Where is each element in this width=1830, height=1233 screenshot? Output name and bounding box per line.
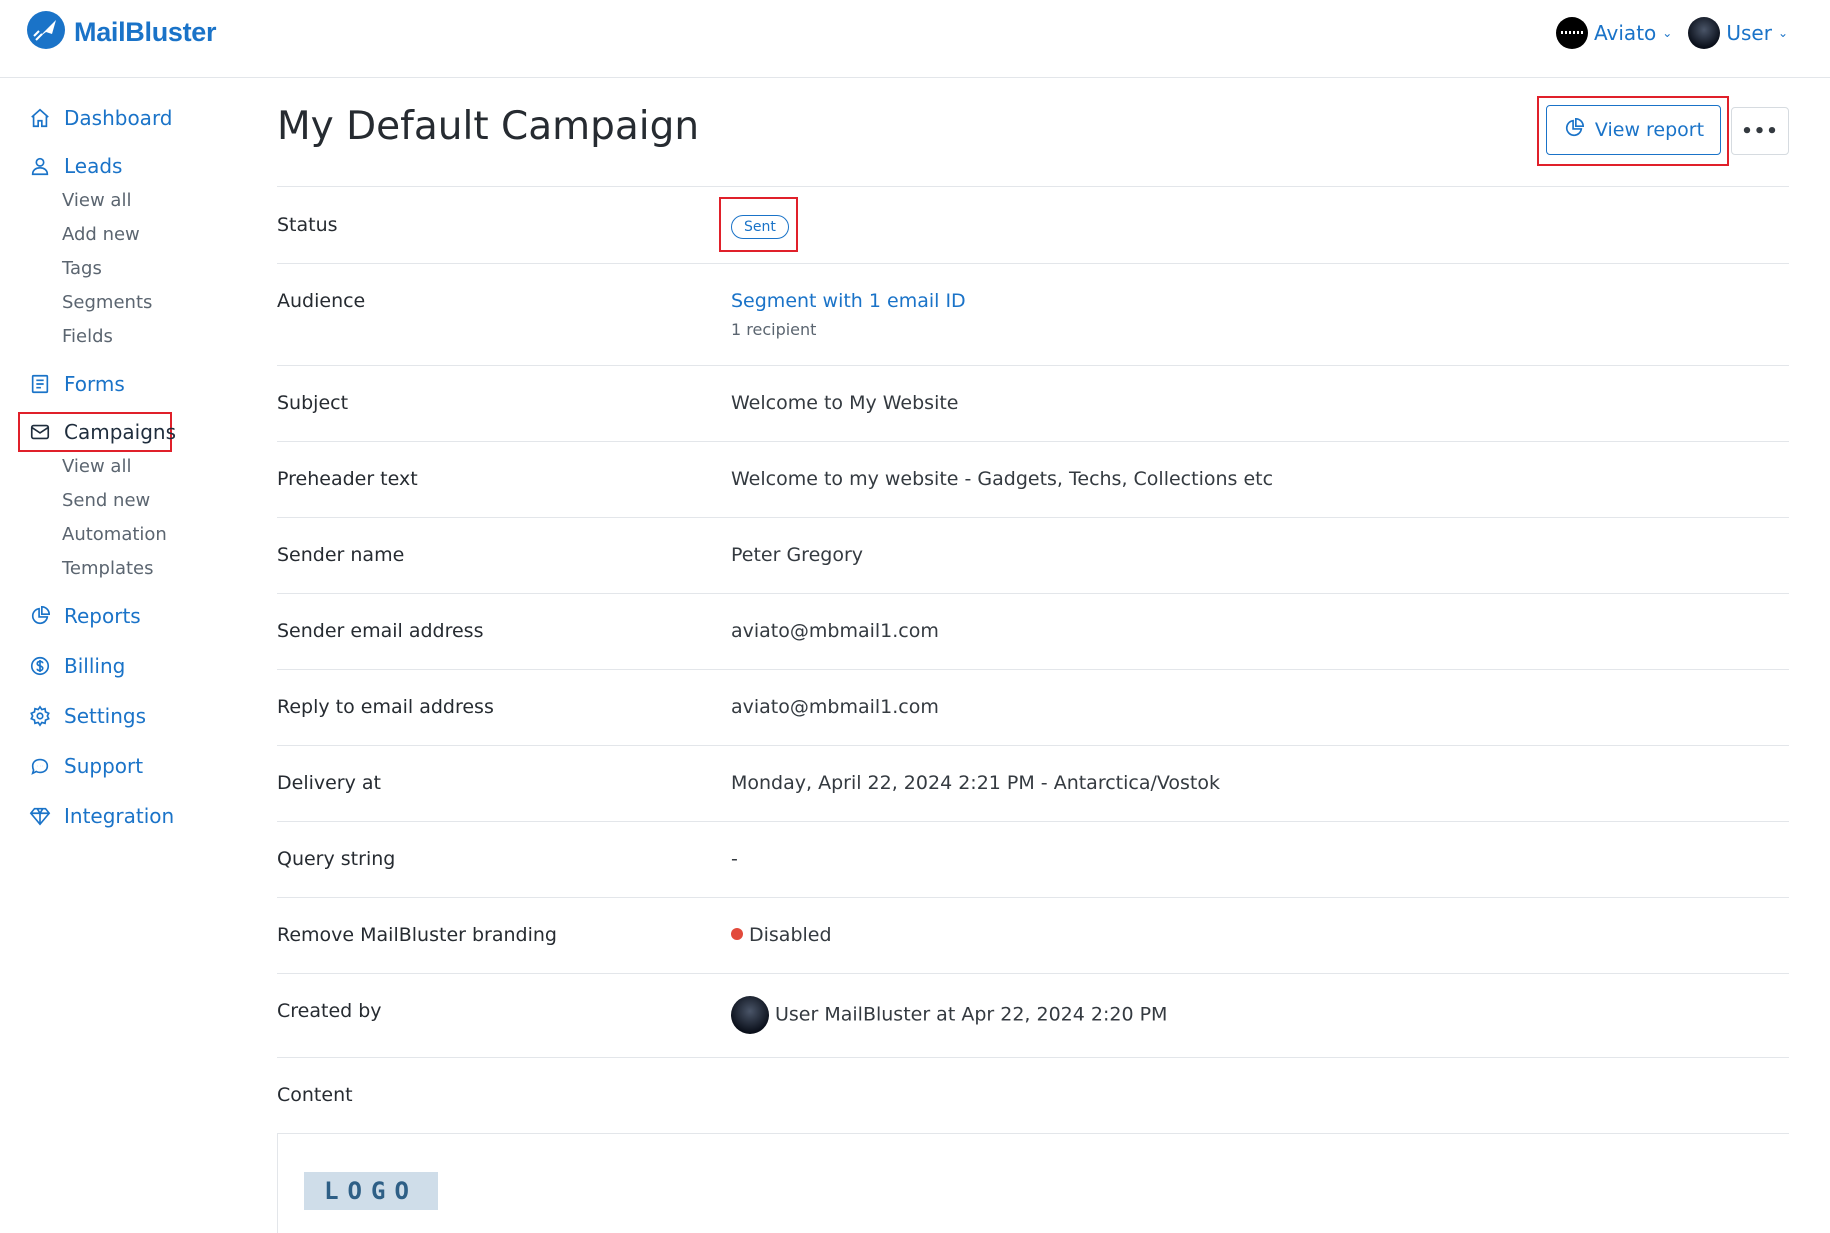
- sidebar-item-settings[interactable]: Settings: [28, 700, 146, 732]
- home-icon: [28, 106, 52, 130]
- preheader-label: Preheader text: [277, 468, 418, 490]
- details-row-delivery: Delivery at Monday, April 22, 2024 2:21 …: [277, 745, 1789, 821]
- sidebar-item-label: Reports: [64, 604, 141, 628]
- chevron-down-icon: ⌄: [1662, 26, 1673, 40]
- envelope-icon: [28, 420, 52, 444]
- sidebar-item-support[interactable]: Support: [28, 750, 143, 782]
- content-label: Content: [277, 1084, 353, 1106]
- sidebar-item-label: Support: [64, 754, 144, 778]
- page-title: My Default Campaign: [277, 104, 700, 149]
- content-preview: LOGO: [277, 1133, 1789, 1233]
- details-row-subject: Subject Welcome to My Website: [277, 365, 1789, 441]
- sidebar-item-campaigns[interactable]: Campaigns: [28, 416, 176, 448]
- branding-value: Disabled: [731, 924, 832, 946]
- details-row-query-string: Query string -: [277, 821, 1789, 897]
- form-icon: [28, 372, 52, 396]
- delivery-label: Delivery at: [277, 772, 381, 794]
- details-row-sender-name: Sender name Peter Gregory: [277, 517, 1789, 593]
- pie-chart-icon: [1563, 117, 1585, 144]
- details-row-branding: Remove MailBluster branding Disabled: [277, 897, 1789, 973]
- sidebar-item-label: Leads: [64, 154, 123, 178]
- disabled-status-dot: [731, 928, 743, 940]
- subject-label: Subject: [277, 392, 349, 414]
- creator-avatar: [731, 996, 769, 1034]
- sender-name-value: Peter Gregory: [731, 544, 864, 566]
- campaign-details: Status Sent Audience Segment with 1 emai…: [277, 186, 1789, 1133]
- sidebar-subitem-campaigns-view-all[interactable]: View all: [62, 452, 131, 480]
- audience-segment-link[interactable]: Segment with 1 email ID: [731, 290, 966, 312]
- created-by-text: User MailBluster at Apr 22, 2024 2:20 PM: [775, 1003, 1168, 1026]
- details-row-status: Status Sent: [277, 186, 1789, 263]
- created-by-value: User MailBluster at Apr 22, 2024 2:20 PM: [731, 996, 1167, 1034]
- details-row-preheader: Preheader text Welcome to my website - G…: [277, 441, 1789, 517]
- rocket-logo-icon: [26, 10, 66, 54]
- chevron-down-icon: ⌄: [1777, 26, 1788, 40]
- reply-email-value: aviato@mbmail1.com: [731, 696, 939, 718]
- audience-label: Audience: [277, 290, 366, 312]
- pie-chart-icon: [28, 604, 52, 628]
- sender-name-label: Sender name: [277, 544, 405, 566]
- audience-recipients: 1 recipient: [731, 320, 817, 339]
- delivery-value: Monday, April 22, 2024 2:21 PM - Antarct…: [731, 772, 1221, 794]
- details-row-audience: Audience Segment with 1 email ID 1 recip…: [277, 263, 1789, 365]
- details-row-content: Content: [277, 1057, 1789, 1133]
- status-value: Sent: [731, 214, 789, 239]
- sidebar: Dashboard Leads View all Add new Tags Se…: [0, 78, 250, 1223]
- sidebar-item-label: Billing: [64, 654, 126, 678]
- sidebar-item-label: Dashboard: [64, 106, 173, 130]
- status-label: Status: [277, 214, 338, 236]
- diamond-icon: [28, 804, 52, 828]
- sidebar-subitem-campaigns-send-new[interactable]: Send new: [62, 486, 150, 514]
- sidebar-item-leads[interactable]: Leads: [28, 150, 122, 182]
- sidebar-item-label: Integration: [64, 804, 175, 828]
- status-badge: Sent: [731, 215, 789, 239]
- user-avatar: [1688, 17, 1721, 49]
- gear-icon: [28, 704, 52, 728]
- sender-email-value: aviato@mbmail1.com: [731, 620, 939, 642]
- account-avatar: [1556, 17, 1589, 49]
- sidebar-item-integration[interactable]: Integration: [28, 800, 174, 832]
- sidebar-subitem-leads-view-all[interactable]: View all: [62, 186, 131, 214]
- reply-email-label: Reply to email address: [277, 696, 494, 718]
- sender-email-label: Sender email address: [277, 620, 484, 642]
- dollar-icon: [28, 654, 52, 678]
- subject-value: Welcome to My Website: [731, 392, 959, 414]
- sidebar-item-label: Forms: [64, 372, 125, 396]
- sidebar-item-label: Settings: [64, 704, 147, 728]
- query-string-value: -: [731, 848, 738, 870]
- details-row-sender-email: Sender email address aviato@mbmail1.com: [277, 593, 1789, 669]
- sidebar-item-forms[interactable]: Forms: [28, 368, 125, 400]
- more-options-button[interactable]: •••: [1731, 107, 1789, 155]
- sidebar-subitem-leads-tags[interactable]: Tags: [62, 254, 102, 282]
- details-row-reply-email: Reply to email address aviato@mbmail1.co…: [277, 669, 1789, 745]
- preheader-value: Welcome to my website - Gadgets, Techs, …: [731, 468, 1274, 490]
- user-menu[interactable]: User ⌄: [1688, 17, 1788, 49]
- branding-value-text: Disabled: [749, 924, 832, 946]
- account-menu-label: Aviato: [1594, 21, 1657, 45]
- created-by-label: Created by: [277, 1000, 382, 1022]
- sidebar-subitem-leads-add-new[interactable]: Add new: [62, 220, 140, 248]
- sidebar-subitem-leads-segments[interactable]: Segments: [62, 288, 152, 316]
- query-string-label: Query string: [277, 848, 396, 870]
- sidebar-item-label: Campaigns: [64, 420, 177, 444]
- email-logo-placeholder: LOGO: [304, 1172, 438, 1210]
- brand-logo[interactable]: MailBluster: [26, 10, 217, 54]
- sidebar-subitem-campaigns-automation[interactable]: Automation: [62, 520, 167, 548]
- view-report-button[interactable]: View report: [1546, 105, 1721, 155]
- top-right-menus: Aviato ⌄ User ⌄: [1556, 16, 1788, 50]
- brand-name: MailBluster: [74, 16, 217, 47]
- details-row-created-by: Created by User MailBluster at Apr 22, 2…: [277, 973, 1789, 1057]
- chat-icon: [28, 754, 52, 778]
- user-menu-label: User: [1726, 21, 1772, 45]
- sidebar-item-dashboard[interactable]: Dashboard: [28, 102, 173, 134]
- sidebar-subitem-leads-fields[interactable]: Fields: [62, 322, 113, 350]
- sidebar-item-billing[interactable]: Billing: [28, 650, 125, 682]
- account-menu[interactable]: Aviato ⌄: [1556, 17, 1672, 49]
- branding-label: Remove MailBluster branding: [277, 924, 557, 946]
- view-report-label: View report: [1594, 119, 1705, 141]
- top-bar: MailBluster Aviato ⌄ User ⌄: [0, 0, 1830, 78]
- user-icon: [28, 154, 52, 178]
- sidebar-item-reports[interactable]: Reports: [28, 600, 141, 632]
- sidebar-subitem-campaigns-templates[interactable]: Templates: [62, 554, 154, 582]
